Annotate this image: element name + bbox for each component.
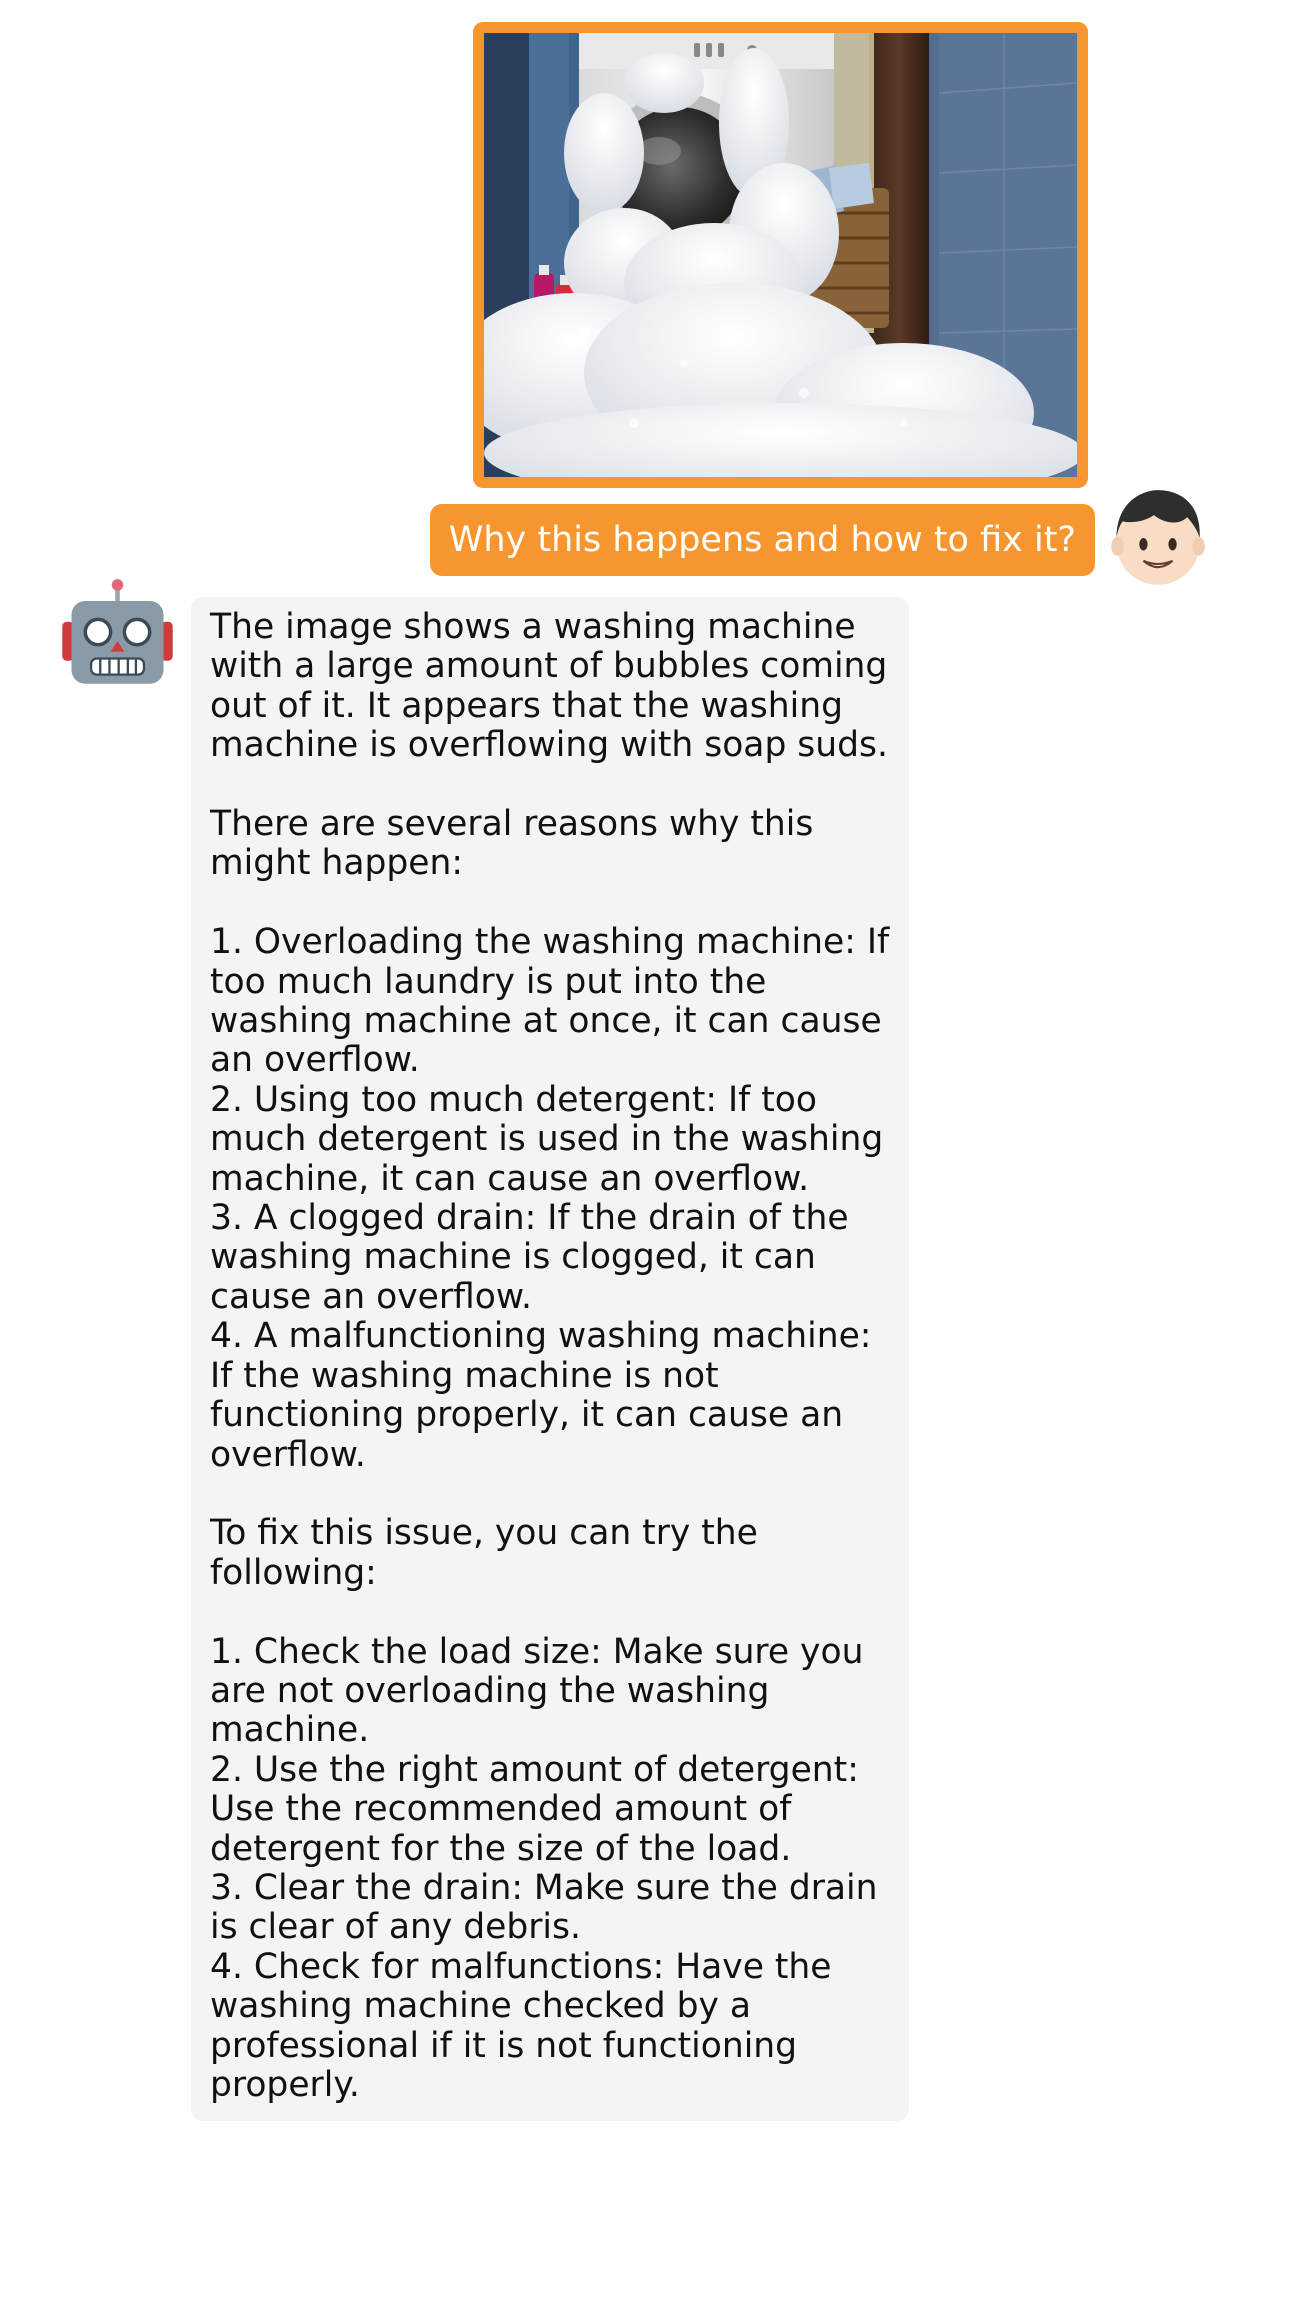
fix-item-4: 4. Check for malfunctions: Have the wash… [210, 1946, 832, 2105]
user-image-message[interactable] [473, 22, 1088, 488]
reason-item-4: 4. A malfunctioning washing machine: If … [210, 1316, 872, 1475]
reason-item-2: 2. Using too much detergent: If too much… [210, 1079, 884, 1199]
fix-item-2: 2. Use the right amount of detergent: Us… [210, 1749, 859, 1869]
fix-item-1: 1. Check the load size: Make sure you ar… [210, 1631, 864, 1751]
reason-item-3: 3. A clogged drain: If the drain of the … [210, 1198, 849, 1317]
fixes-heading: To fix this issue, you can try the follo… [210, 1513, 758, 1593]
reason-item-1: 1. Overloading the washing machine: If t… [210, 922, 890, 1081]
bot-intro-text: The image shows a washing machine with a… [210, 607, 888, 766]
boy-face-emoji-icon [1111, 490, 1205, 585]
washing-machine-overflowing-photo [484, 33, 1077, 477]
reasons-heading: There are several reasons why this might… [210, 804, 814, 884]
user-message-bubble: Why this happens and how to fix it? [429, 504, 1095, 576]
robot-face-emoji-icon [62, 579, 173, 684]
bot-message-bubble: The image shows a washing machine with a… [191, 597, 909, 2122]
fix-item-3: 3. Clear the drain: Make sure the drain … [210, 1867, 878, 1948]
